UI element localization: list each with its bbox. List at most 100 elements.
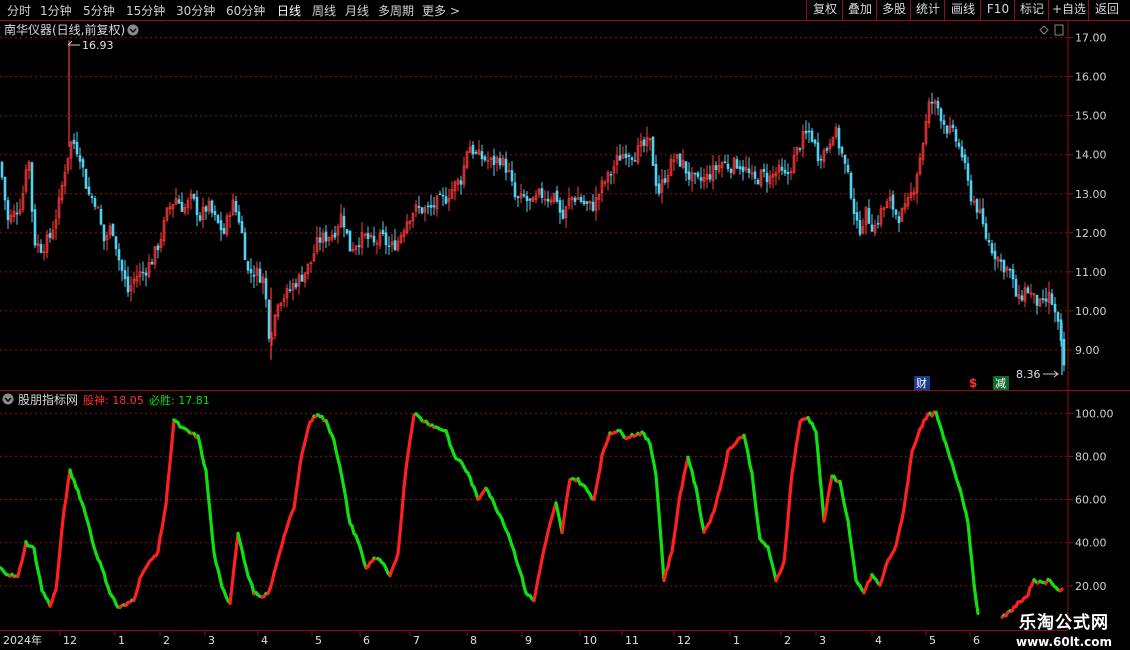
indicator-segment-down bbox=[840, 490, 846, 505]
candle-down bbox=[780, 166, 784, 171]
x-month-label: 2 bbox=[163, 634, 170, 647]
indicator-segment-down bbox=[814, 430, 820, 455]
indicator-segment-up bbox=[794, 433, 800, 449]
indicator-segment-up bbox=[296, 463, 302, 482]
multi-stock-button[interactable]: 多股 bbox=[876, 0, 911, 20]
indicator-segment-up bbox=[164, 479, 170, 506]
candle-down bbox=[258, 268, 262, 283]
candle-down bbox=[573, 197, 577, 202]
period-daily[interactable]: 日线 bbox=[277, 2, 301, 19]
x-month-label: 7 bbox=[413, 634, 420, 647]
f10-button[interactable]: F10 bbox=[980, 0, 1015, 20]
indicator-segment-down bbox=[974, 598, 980, 616]
indicator-segment-up bbox=[170, 418, 176, 444]
indicator-segment-down bbox=[652, 462, 658, 477]
candle-down bbox=[249, 269, 253, 274]
period-15min[interactable]: 15分钟 bbox=[126, 2, 165, 19]
candle-down bbox=[219, 220, 223, 231]
indicator-segment-up bbox=[792, 445, 798, 464]
candle-down bbox=[324, 231, 328, 242]
candle-down bbox=[387, 245, 391, 247]
x-month-label: 2 bbox=[784, 634, 791, 647]
period-more[interactable]: 更多 > bbox=[422, 2, 460, 19]
candle-down bbox=[177, 199, 181, 204]
stats-button[interactable]: 统计 bbox=[910, 0, 945, 20]
x-month-label: 5 bbox=[315, 634, 322, 647]
period-5min[interactable]: 5分钟 bbox=[83, 2, 115, 19]
add-watchlist-button[interactable]: +自选 bbox=[1048, 0, 1089, 20]
indicator-value-bisheng: 必胜: 17.81 bbox=[149, 393, 210, 407]
period-1min[interactable]: 1分钟 bbox=[40, 2, 72, 19]
period-monthly[interactable]: 月线 bbox=[345, 2, 369, 19]
toolbar: 分时 1分钟 5分钟 15分钟 30分钟 60分钟 日线 周线 月线 多周期 更… bbox=[0, 0, 1130, 21]
indicator-segment-up bbox=[230, 566, 236, 589]
candle-down bbox=[855, 212, 859, 221]
candle-down bbox=[897, 216, 901, 224]
candle-down bbox=[609, 173, 613, 176]
candle-down bbox=[969, 180, 973, 202]
indicator-segment-down bbox=[658, 524, 664, 555]
title-dropdown-icon[interactable] bbox=[127, 24, 139, 36]
candle-down bbox=[156, 245, 160, 251]
back-button[interactable]: 返回 bbox=[1088, 0, 1125, 20]
candle-down bbox=[846, 164, 850, 173]
price-tick-label: 10.00 bbox=[1075, 305, 1107, 318]
period-30min[interactable]: 30分钟 bbox=[176, 2, 215, 19]
candle-down bbox=[348, 230, 352, 252]
dividend-marker[interactable]: $ bbox=[969, 376, 977, 390]
x-month-label: 5 bbox=[929, 634, 936, 647]
candle-down bbox=[459, 180, 463, 185]
overlay-button[interactable]: 叠加 bbox=[842, 0, 877, 20]
indicator-segment-down bbox=[696, 496, 702, 514]
candle-down bbox=[945, 125, 949, 134]
mark-button[interactable]: 标记 bbox=[1014, 0, 1049, 20]
indicator-segment-up bbox=[400, 486, 406, 514]
indicator-segment-down bbox=[198, 442, 204, 457]
candle-down bbox=[333, 232, 337, 238]
period-intraday[interactable]: 分时 bbox=[7, 2, 31, 19]
candle-down bbox=[243, 232, 247, 260]
candle-down bbox=[429, 205, 433, 208]
candle-down bbox=[144, 272, 148, 276]
candle-down bbox=[216, 214, 220, 223]
candle-down bbox=[141, 271, 145, 274]
indicator-segment-up bbox=[724, 449, 730, 465]
indicator-segment-up bbox=[594, 477, 600, 492]
candle-down bbox=[555, 190, 559, 202]
period-weekly[interactable]: 周线 bbox=[312, 2, 336, 19]
candle-down bbox=[657, 183, 661, 194]
candle-down bbox=[210, 200, 214, 213]
indicator-segment-up bbox=[64, 481, 70, 501]
candle-down bbox=[1050, 293, 1054, 305]
candle-down bbox=[825, 148, 829, 151]
indicator-segment-up bbox=[534, 577, 540, 592]
price-tick-label: 12.00 bbox=[1075, 227, 1107, 240]
period-multi[interactable]: 多周期 bbox=[378, 2, 414, 19]
candle-down bbox=[84, 169, 88, 189]
indicator-segment-down bbox=[208, 510, 214, 535]
indicator-segment-up bbox=[826, 484, 832, 499]
indicator-tick-label: 80.00 bbox=[1075, 450, 1107, 463]
candle-down bbox=[93, 198, 97, 207]
indicator-segment-up bbox=[232, 549, 238, 570]
adjust-button[interactable]: 复权 bbox=[806, 0, 843, 20]
candle-down bbox=[516, 196, 520, 199]
indicator-segment-down bbox=[204, 468, 210, 495]
stock-chart[interactable]: 9.00 10.00 11.00 12.00 13.00 14.00 15.00 16.00 1… bbox=[0, 21, 1130, 650]
candle-down bbox=[939, 108, 943, 122]
indicator-segment-up bbox=[670, 536, 676, 554]
indicator-segment-down bbox=[212, 550, 218, 565]
candle-down bbox=[90, 196, 94, 199]
candle-down bbox=[990, 243, 994, 254]
candle-down bbox=[0, 161, 4, 178]
price-tick-label: 15.00 bbox=[1075, 110, 1107, 123]
candle-down bbox=[15, 212, 19, 215]
indicator-segment-up bbox=[564, 488, 570, 506]
candle-down bbox=[729, 169, 733, 173]
period-60min[interactable]: 60分钟 bbox=[226, 2, 265, 19]
indicator-segment-up bbox=[566, 478, 572, 493]
candle-down bbox=[480, 151, 484, 160]
indicator-dropdown-icon[interactable] bbox=[2, 393, 14, 405]
indicator-segment-up bbox=[408, 426, 414, 442]
draw-line-button[interactable]: 画线 bbox=[944, 0, 981, 20]
